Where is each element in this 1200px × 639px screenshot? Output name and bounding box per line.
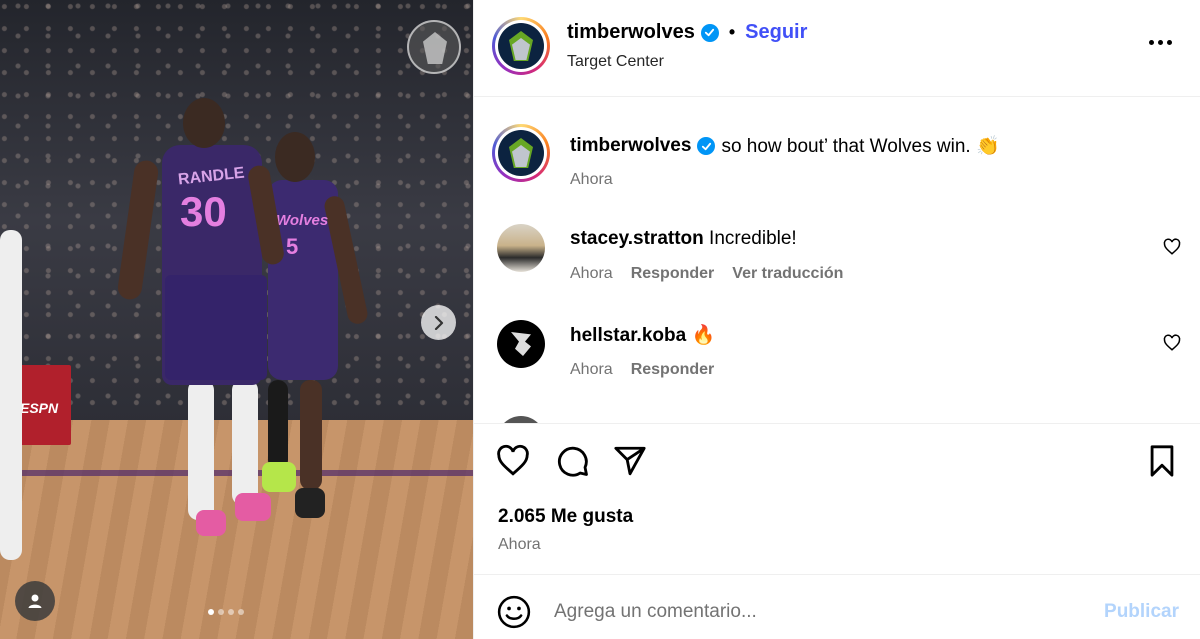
post-time: Ahora bbox=[498, 536, 541, 553]
location-link[interactable]: Target Center bbox=[567, 53, 664, 71]
carousel-dot bbox=[208, 609, 214, 615]
author-avatar[interactable] bbox=[492, 17, 550, 75]
publish-button[interactable]: Publicar bbox=[1104, 601, 1179, 623]
commenter-avatar[interactable] bbox=[497, 224, 545, 272]
translate-button[interactable]: Ver traducción bbox=[732, 265, 843, 283]
jersey-number-5: 5 bbox=[286, 234, 299, 259]
carousel-dot bbox=[218, 609, 224, 615]
reply-button[interactable]: Responder bbox=[631, 361, 715, 379]
comment-composer: Publicar bbox=[474, 576, 1200, 639]
post-actions: 2.065 Me gusta Ahora bbox=[474, 423, 1200, 575]
player-left-edge bbox=[0, 230, 22, 560]
verified-badge-icon bbox=[700, 23, 719, 42]
ad-board-text: ESPN bbox=[20, 400, 59, 416]
comment-username[interactable]: stacey.stratton bbox=[570, 228, 704, 249]
like-comment-heart-icon[interactable] bbox=[1163, 334, 1181, 352]
post-media[interactable]: ESPN Wolves 5 RANDLE 30 bbox=[0, 0, 473, 639]
post-header: timberwolves • Seguir Target Center bbox=[474, 0, 1200, 97]
commenter-avatar[interactable] bbox=[497, 416, 545, 423]
post-side-panel: timberwolves • Seguir Target Center timb… bbox=[473, 0, 1200, 639]
chevron-right-icon bbox=[434, 315, 443, 330]
like-comment-heart-icon[interactable] bbox=[1163, 238, 1181, 256]
like-heart-icon[interactable] bbox=[496, 444, 530, 478]
author-username[interactable]: timberwolves bbox=[567, 21, 695, 44]
commenter-avatar[interactable] bbox=[497, 320, 545, 368]
comments-list[interactable]: timberwolves so how bout’ that Wolves wi… bbox=[474, 98, 1200, 423]
separator-dot: • bbox=[728, 22, 736, 42]
person-icon bbox=[28, 594, 42, 608]
comment-username[interactable]: hellstar.koba bbox=[570, 325, 686, 346]
comment-input[interactable] bbox=[554, 594, 1074, 630]
jersey-number-30: 30 bbox=[180, 188, 227, 235]
comment-time: Ahora bbox=[570, 265, 613, 282]
next-slide-button[interactable] bbox=[421, 305, 456, 340]
tagged-users-button[interactable] bbox=[15, 581, 55, 621]
carousel-dot bbox=[238, 609, 244, 615]
carousel-indicator bbox=[208, 609, 244, 615]
timberwolves-logo-icon bbox=[498, 23, 544, 69]
caption-time: Ahora bbox=[570, 171, 613, 188]
share-paper-plane-icon[interactable] bbox=[613, 444, 647, 478]
comment-text: 🔥 bbox=[691, 325, 716, 346]
carousel-dot bbox=[228, 609, 234, 615]
emoji-smiley-icon[interactable] bbox=[497, 595, 531, 629]
comment-time: Ahora bbox=[570, 361, 613, 378]
wolf-logo-icon bbox=[407, 20, 461, 74]
jersey-wolves-text: Wolves bbox=[276, 212, 329, 229]
comment-bubble-icon[interactable] bbox=[556, 444, 590, 478]
follow-button[interactable]: Seguir bbox=[745, 21, 807, 44]
save-bookmark-icon[interactable] bbox=[1145, 444, 1179, 478]
more-options-icon[interactable] bbox=[1149, 40, 1172, 45]
comment-text: Incredible! bbox=[709, 228, 797, 249]
comment-item: hellstar.koba 🔥 Ahora Responder bbox=[474, 98, 1200, 378]
likes-count[interactable]: 2.065 Me gusta bbox=[498, 506, 633, 528]
reply-button[interactable]: Responder bbox=[631, 265, 715, 283]
